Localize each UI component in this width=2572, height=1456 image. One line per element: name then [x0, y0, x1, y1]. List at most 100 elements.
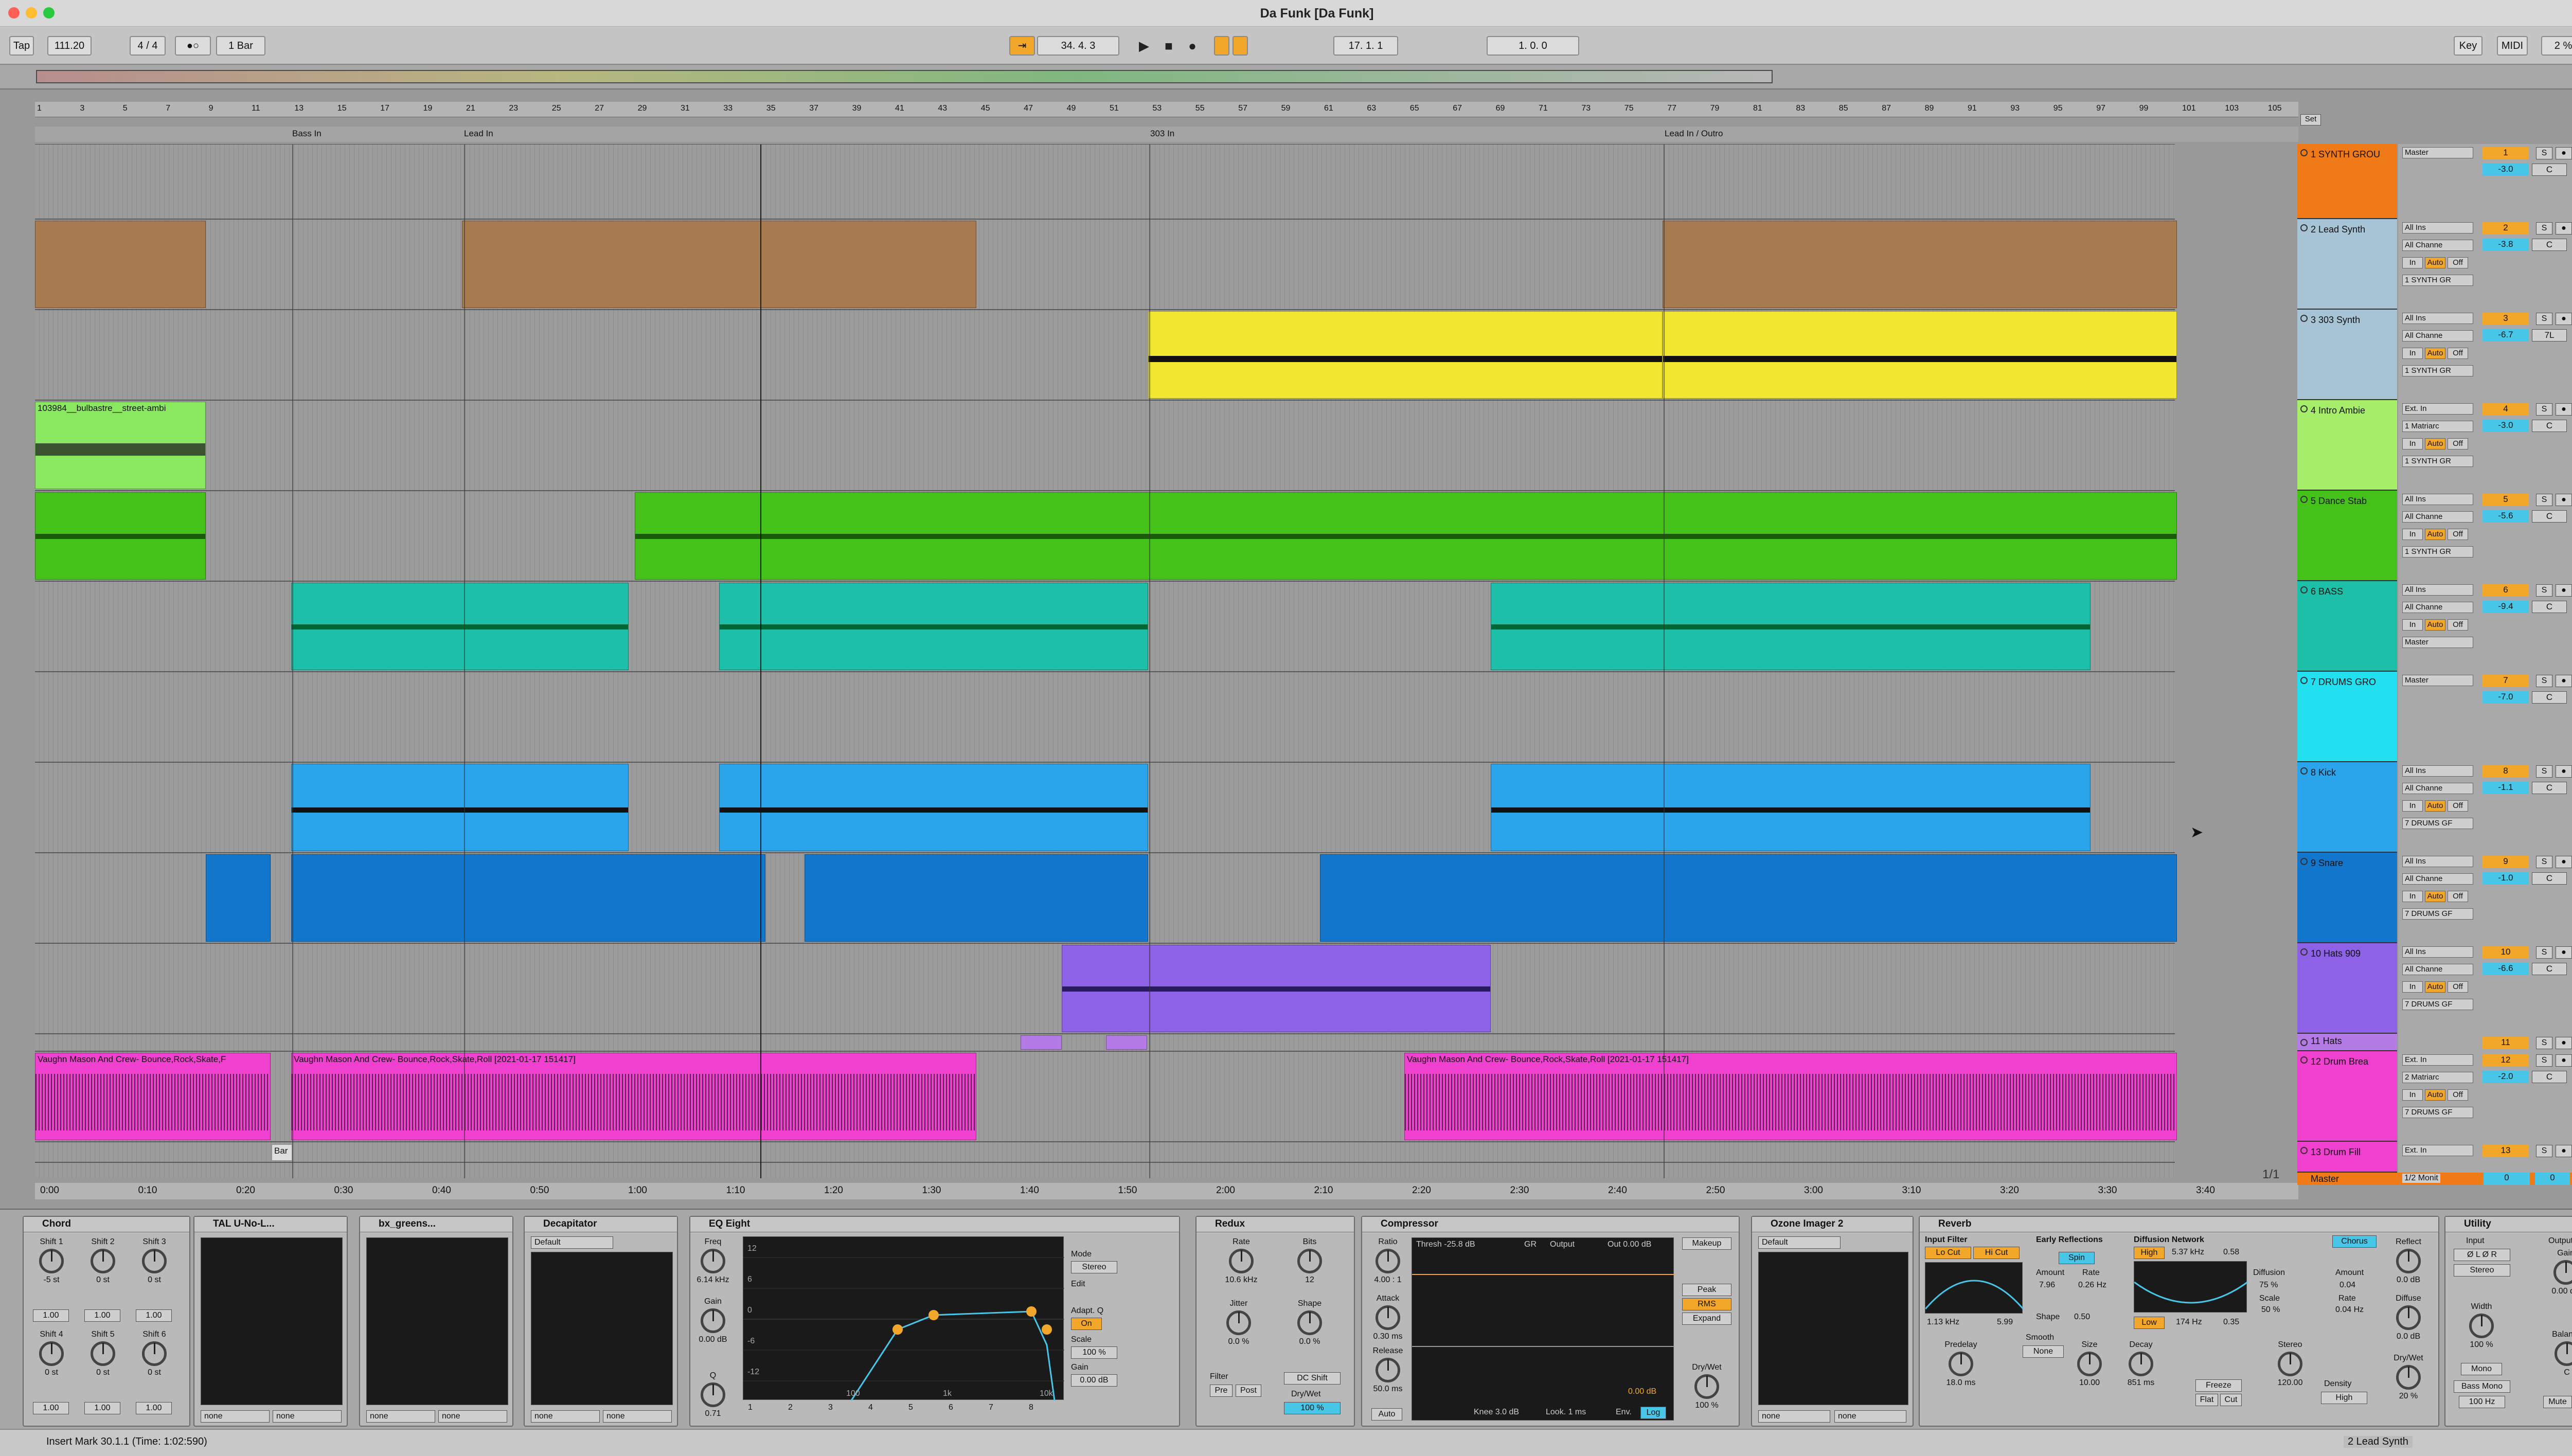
chorus-button[interactable]: Chorus — [2332, 1235, 2377, 1248]
arm-button[interactable]: ● — [2556, 494, 2572, 506]
monitor-in-button[interactable]: In — [2402, 257, 2423, 268]
device-eq-eight[interactable]: EQ Eight Freq 6.14 kHz Gain 0.00 dB Q 0.71 … — [689, 1216, 1180, 1427]
follow-button[interactable]: ⇥ — [1009, 36, 1035, 56]
solo-button[interactable]: S — [2536, 313, 2552, 325]
stereo-knob[interactable]: Stereo 120.00 — [2270, 1340, 2311, 1388]
balance-knob[interactable]: BalanceC — [2546, 1330, 2572, 1377]
track-pan[interactable]: C — [2532, 164, 2567, 176]
track-volume[interactable]: -3.0 — [2482, 420, 2529, 432]
key-map-button[interactable]: Key — [2454, 36, 2482, 56]
track-volume[interactable]: -3.8 — [2482, 239, 2529, 251]
shape-knob[interactable]: Shape 0.0 % — [1289, 1299, 1330, 1346]
dc-shift-button[interactable]: DC Shift — [1284, 1372, 1341, 1385]
arm-button[interactable]: ● — [2556, 584, 2572, 597]
er-amount-field[interactable]: 7.96 — [2039, 1281, 2055, 1290]
overdub-button[interactable] — [1233, 36, 1248, 56]
time-signature-field[interactable]: 4 / 4 — [130, 36, 166, 56]
solo-button[interactable]: S — [2536, 147, 2552, 159]
metronome-button[interactable]: ●○ — [175, 36, 211, 56]
locator-bass-in[interactable]: Bass In — [292, 129, 322, 139]
midi-clip[interactable] — [291, 764, 629, 851]
set-locator-button[interactable]: Set — [2300, 114, 2321, 125]
track-volume[interactable]: -9.4 — [2482, 601, 2529, 613]
diffusion-display[interactable] — [2134, 1261, 2248, 1313]
monitor-off-button[interactable]: Off — [2448, 348, 2468, 359]
band-5-toggle[interactable]: 5 — [908, 1403, 913, 1412]
arm-button[interactable]: ● — [2556, 403, 2572, 416]
eq-freq-knob[interactable]: Freq 6.14 kHz — [692, 1237, 734, 1285]
track-volume[interactable]: -5.6 — [2482, 510, 2529, 523]
automation-arm-button[interactable] — [1214, 36, 1229, 56]
eq-gain-knob[interactable]: Gain 0.00 dB — [692, 1297, 734, 1344]
master-pan[interactable]: 0 — [2535, 1173, 2570, 1185]
plugin-param-select[interactable]: none — [1758, 1410, 1830, 1423]
track-channel-select[interactable]: All Channe — [2402, 240, 2473, 251]
track-header[interactable]: 2 Lead Synth — [2297, 219, 2397, 310]
audio-clip[interactable]: Bar — [272, 1144, 292, 1161]
lo-cut-button[interactable]: Lo Cut — [1925, 1247, 1971, 1259]
auto-release-button[interactable]: Auto — [1371, 1408, 1402, 1421]
shift-6-knob[interactable]: Shift 60 st — [134, 1330, 175, 1377]
arm-button[interactable]: ● — [2556, 1054, 2572, 1067]
monitor-off-button[interactable]: Off — [2448, 529, 2468, 540]
track-output-select[interactable]: 7 DRUMS GF — [2402, 999, 2473, 1010]
monitor-off-button[interactable]: Off — [2448, 619, 2468, 631]
bass-mono-button[interactable]: Bass Mono — [2454, 1380, 2510, 1393]
solo-button[interactable]: S — [2536, 1037, 2552, 1049]
input-filter-display[interactable] — [1924, 1262, 2024, 1314]
fold-track-icon[interactable] — [2300, 149, 2308, 156]
plugin-param-select[interactable]: none — [273, 1410, 342, 1423]
stop-button[interactable]: ■ — [1159, 36, 1178, 56]
track-activator[interactable]: 5 — [2482, 494, 2529, 506]
track-output-select[interactable]: Master — [2402, 637, 2473, 648]
rms-button[interactable]: RMS — [1682, 1298, 1731, 1310]
midi-clip[interactable] — [805, 854, 1148, 942]
diffuse-knob[interactable]: Diffuse 0.0 dB — [2388, 1294, 2429, 1341]
scale-field[interactable]: 100 % — [1071, 1346, 1117, 1359]
monitor-in-button[interactable]: In — [2402, 1089, 2423, 1101]
output-gain-field[interactable]: 0.00 dB — [1071, 1374, 1117, 1387]
track-pan[interactable]: C — [2532, 691, 2567, 704]
band-7-toggle[interactable]: 7 — [989, 1403, 993, 1412]
midi-clip[interactable] — [1663, 221, 2177, 308]
bass-mono-freq[interactable]: 100 Hz — [2459, 1396, 2505, 1408]
song-position-field[interactable]: 34. 4. 3 — [1037, 36, 1119, 56]
midi-clip[interactable] — [206, 854, 271, 942]
velocity-field[interactable]: 1.00 — [84, 1309, 120, 1322]
plugin-param-select[interactable]: none — [603, 1410, 672, 1423]
preset-select[interactable]: Default — [531, 1236, 613, 1249]
midi-clip[interactable] — [35, 492, 206, 580]
track-input-select[interactable]: Ext. In — [2402, 1145, 2473, 1156]
device-compressor[interactable]: Compressor Ratio 4.00 : 1 Attack 0.30 ms R… — [1361, 1216, 1740, 1427]
device-decapitator[interactable]: Decapitator Default none none — [524, 1216, 678, 1427]
mute-button[interactable]: Mute — [2543, 1396, 2572, 1408]
log-mode-button[interactable]: Log — [1640, 1407, 1666, 1419]
track-pan[interactable]: C — [2532, 1071, 2567, 1083]
shift-4-knob[interactable]: Shift 40 st — [31, 1330, 72, 1377]
midi-clip[interactable] — [635, 492, 2177, 580]
track-activator[interactable]: 2 — [2482, 222, 2529, 235]
bits-knob[interactable]: Bits 12 — [1289, 1237, 1330, 1285]
arm-button[interactable]: ● — [2556, 1145, 2572, 1157]
audio-clip[interactable]: Vaughn Mason And Crew- Bounce,Rock,Skate… — [1404, 1053, 2177, 1140]
track-channel-select[interactable]: All Channe — [2402, 873, 2473, 885]
track-input-select[interactable]: Ext. In — [2402, 1054, 2473, 1066]
track-input-select[interactable]: Master — [2402, 147, 2473, 158]
locator-303-in[interactable]: 303 In — [1150, 129, 1174, 139]
play-button[interactable]: ▶ — [1135, 36, 1153, 56]
audio-clip[interactable]: 103984__bulbastre__street-ambi — [35, 402, 206, 489]
midi-clip[interactable] — [291, 583, 629, 670]
master-volume[interactable]: 0 — [2484, 1173, 2530, 1185]
device-redux[interactable]: Redux Rate 10.6 kHz Bits 12 Jitter 0.0 % Sh… — [1195, 1216, 1355, 1427]
track-activator[interactable]: 6 — [2482, 584, 2529, 597]
pre-filter-button[interactable]: Pre — [1210, 1385, 1233, 1397]
track-activator[interactable]: 1 — [2482, 147, 2529, 159]
track-header[interactable]: 5 Dance Stab — [2297, 491, 2397, 581]
flat-button[interactable]: Flat — [2195, 1394, 2218, 1406]
mode-select[interactable]: Stereo — [1071, 1261, 1117, 1273]
monitor-in-button[interactable]: In — [2402, 348, 2423, 359]
track-activator[interactable]: 13 — [2482, 1145, 2529, 1157]
shift-3-knob[interactable]: Shift 30 st — [134, 1237, 175, 1285]
track-activator[interactable]: 12 — [2482, 1054, 2529, 1067]
ratio-knob[interactable]: Ratio 4.00 : 1 — [1367, 1237, 1408, 1285]
